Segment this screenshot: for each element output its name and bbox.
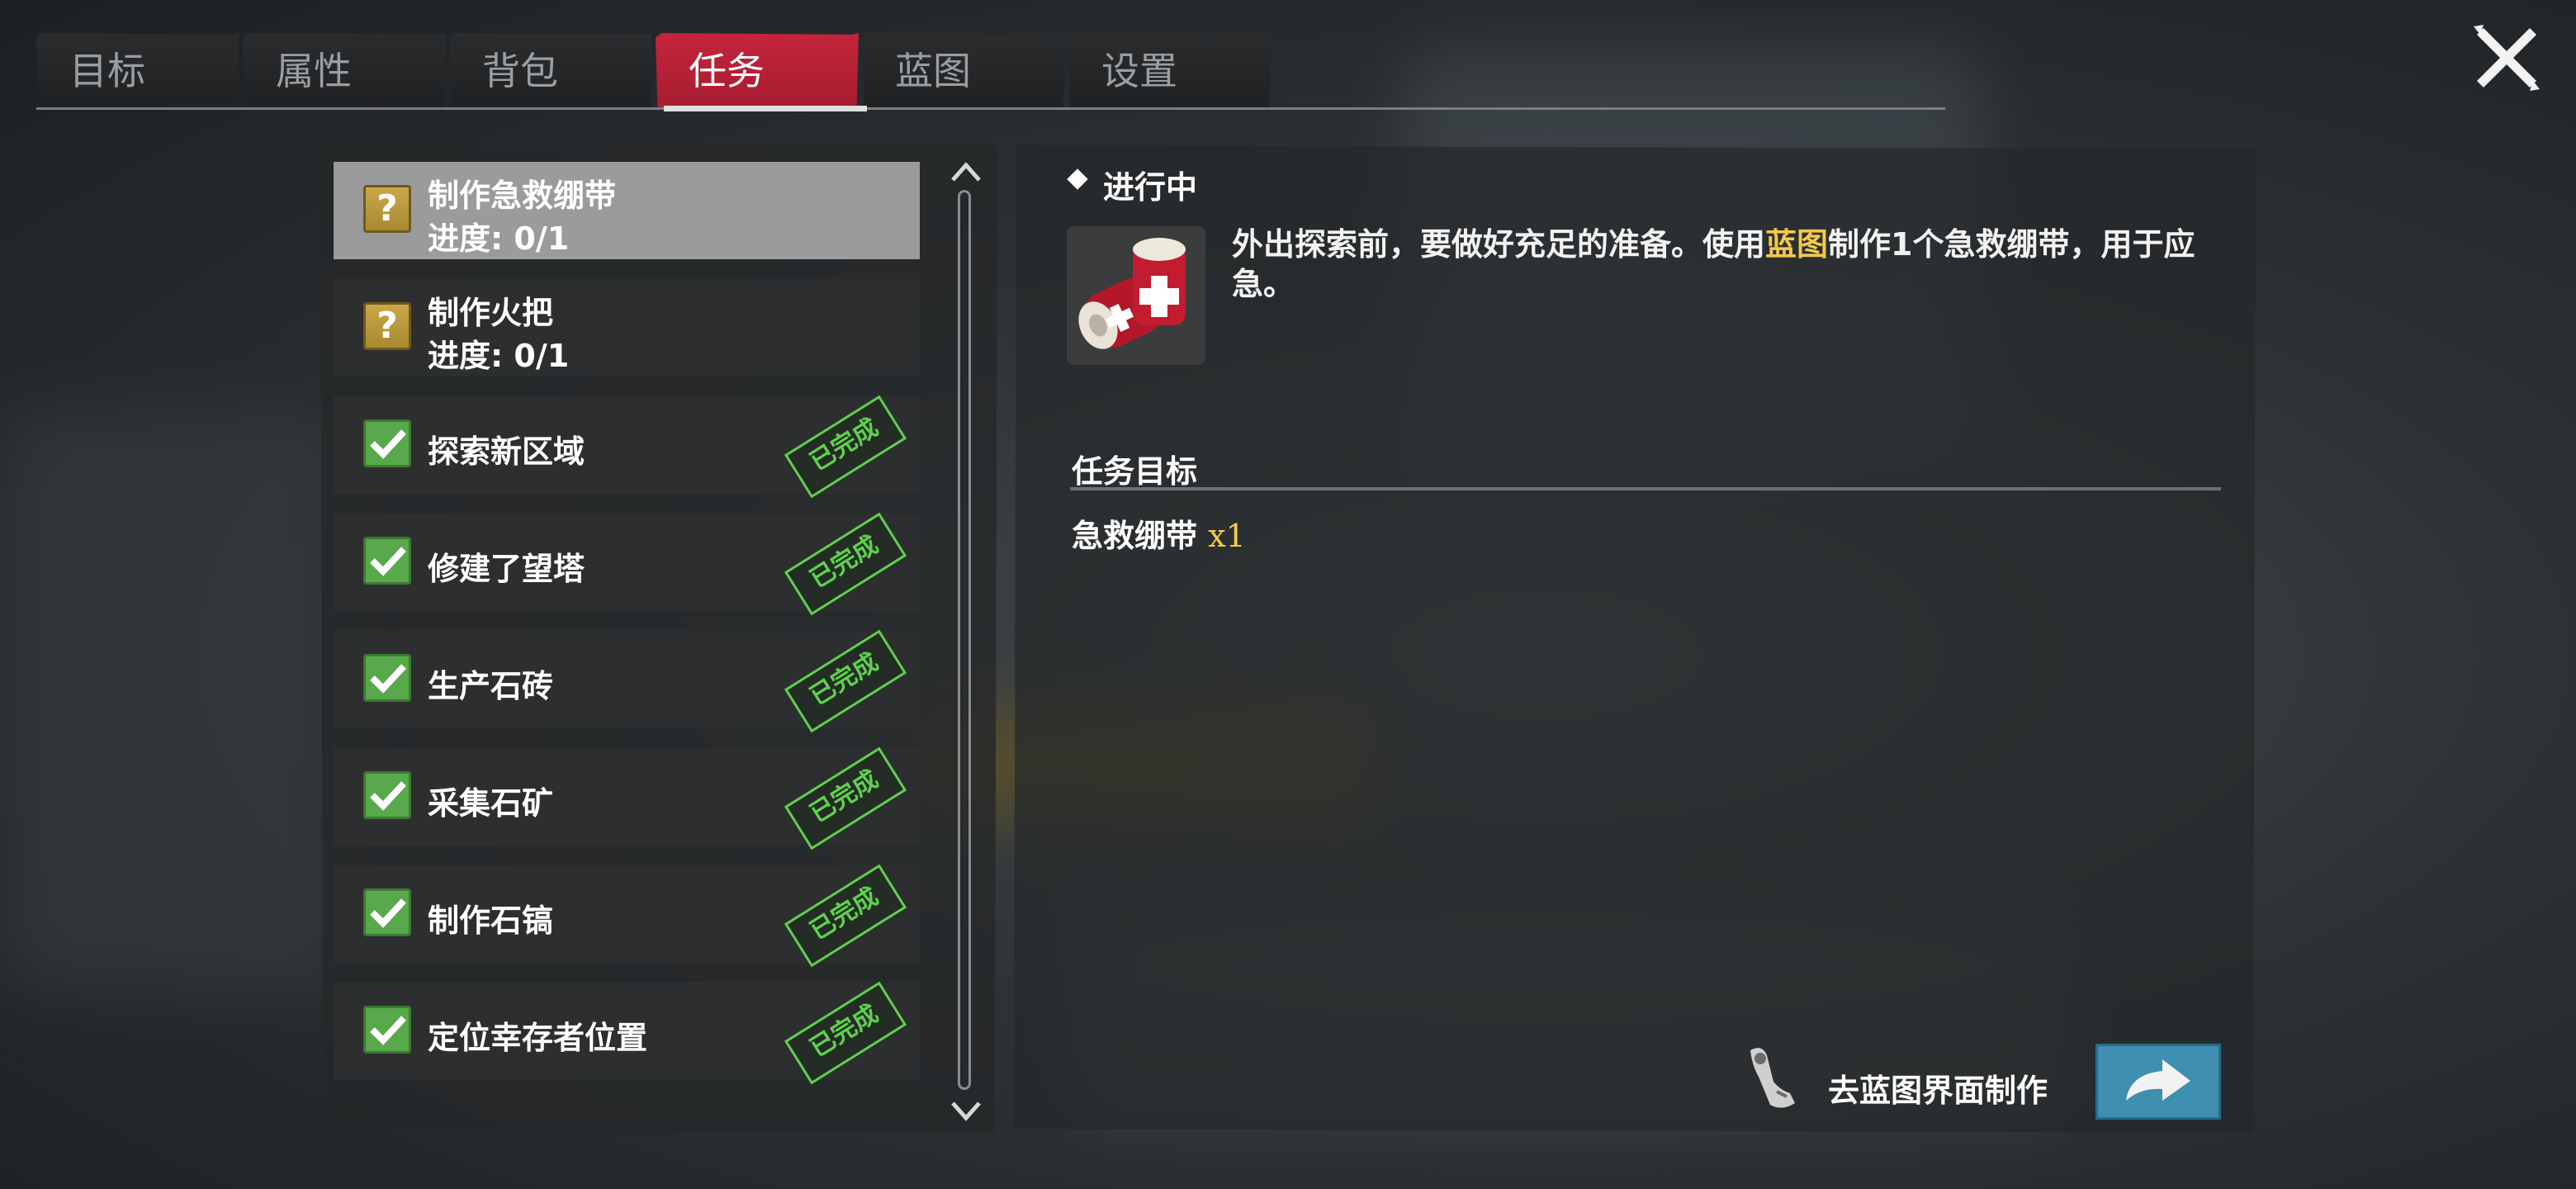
question-icon: ? xyxy=(363,185,411,233)
checkmark-icon xyxy=(363,654,411,702)
quest-status: 进行中 xyxy=(1103,169,1198,206)
arrow-right-icon xyxy=(2126,1059,2190,1101)
tab-quests[interactable]: 任务 xyxy=(656,33,859,109)
objective-count: x1 xyxy=(1208,518,1246,554)
quest-item[interactable]: 定位幸存者位置 已完成 xyxy=(334,981,920,1085)
quest-item[interactable]: 修建了望塔 已完成 xyxy=(334,512,920,616)
close-icon xyxy=(2474,25,2540,91)
quest-title: 生产石砖 xyxy=(428,668,554,704)
quest-title: 制作火把 xyxy=(428,295,554,331)
completed-stamp: 已完成 xyxy=(784,629,907,733)
completed-stamp: 已完成 xyxy=(784,981,907,1085)
bandage-icon xyxy=(1067,226,1205,365)
completed-stamp: 已完成 xyxy=(784,512,907,616)
blueprint-link[interactable]: 蓝图 xyxy=(1765,226,1828,263)
tab-underline xyxy=(36,107,1945,110)
checkmark-icon xyxy=(363,1006,411,1054)
goto-blueprint-label: 去蓝图界面制作 xyxy=(1828,1073,2048,1109)
tab-bar: 目标 属性 背包 任务 蓝图 设置 xyxy=(36,33,1275,109)
question-icon: ? xyxy=(363,302,411,350)
quest-progress: 进度: 0/1 xyxy=(428,220,570,257)
completed-stamp: 已完成 xyxy=(784,395,907,499)
quest-progress: 进度: 0/1 xyxy=(428,338,570,374)
checkmark-icon xyxy=(363,419,411,467)
tab-blueprints[interactable]: 蓝图 xyxy=(862,33,1065,109)
quest-description: 外出探索前，要做好充足的准备。使用蓝图制作1个急救绷带，用于应急。 xyxy=(1232,226,2195,302)
scrollbar[interactable] xyxy=(958,190,971,1090)
checkmark-icon xyxy=(363,771,411,819)
quest-item[interactable]: ? 制作急救绷带 进度: 0/1 xyxy=(334,162,920,259)
scroll-up-icon[interactable] xyxy=(949,157,983,190)
goto-blueprint-button[interactable] xyxy=(2095,1044,2221,1120)
tab-goals[interactable]: 目标 xyxy=(36,33,239,109)
checkmark-icon xyxy=(363,888,411,936)
quest-title: 采集石矿 xyxy=(428,785,554,822)
quest-title: 探索新区域 xyxy=(428,433,585,470)
tab-backpack[interactable]: 背包 xyxy=(449,33,652,109)
completed-stamp: 已完成 xyxy=(784,864,907,968)
quest-title: 制作急救绷带 xyxy=(428,178,617,214)
objective-title: 任务目标 xyxy=(1072,453,1198,490)
tab-settings[interactable]: 设置 xyxy=(1068,33,1271,109)
quest-title: 修建了望塔 xyxy=(428,551,585,587)
blueprint-scroll-icon xyxy=(1750,1048,1795,1108)
objective-divider xyxy=(1070,487,2221,490)
quest-item[interactable]: 探索新区域 已完成 xyxy=(334,395,920,499)
quest-title: 定位幸存者位置 xyxy=(428,1020,648,1056)
quest-item[interactable]: 制作石镐 已完成 xyxy=(334,864,920,968)
quest-item[interactable]: 采集石矿 已完成 xyxy=(334,746,920,850)
checkmark-icon xyxy=(363,537,411,585)
tab-attributes[interactable]: 属性 xyxy=(243,33,446,109)
quest-item[interactable]: ? 制作火把 进度: 0/1 xyxy=(334,279,920,377)
active-tab-indicator xyxy=(664,106,867,111)
close-button[interactable] xyxy=(2472,23,2541,92)
completed-stamp: 已完成 xyxy=(784,746,907,850)
quest-item[interactable]: 生产石砖 已完成 xyxy=(334,629,920,733)
objective-item: 急救绷带 x1 xyxy=(1072,518,1246,554)
quest-title: 制作石镐 xyxy=(428,902,554,939)
scroll-down-icon[interactable] xyxy=(949,1093,983,1126)
